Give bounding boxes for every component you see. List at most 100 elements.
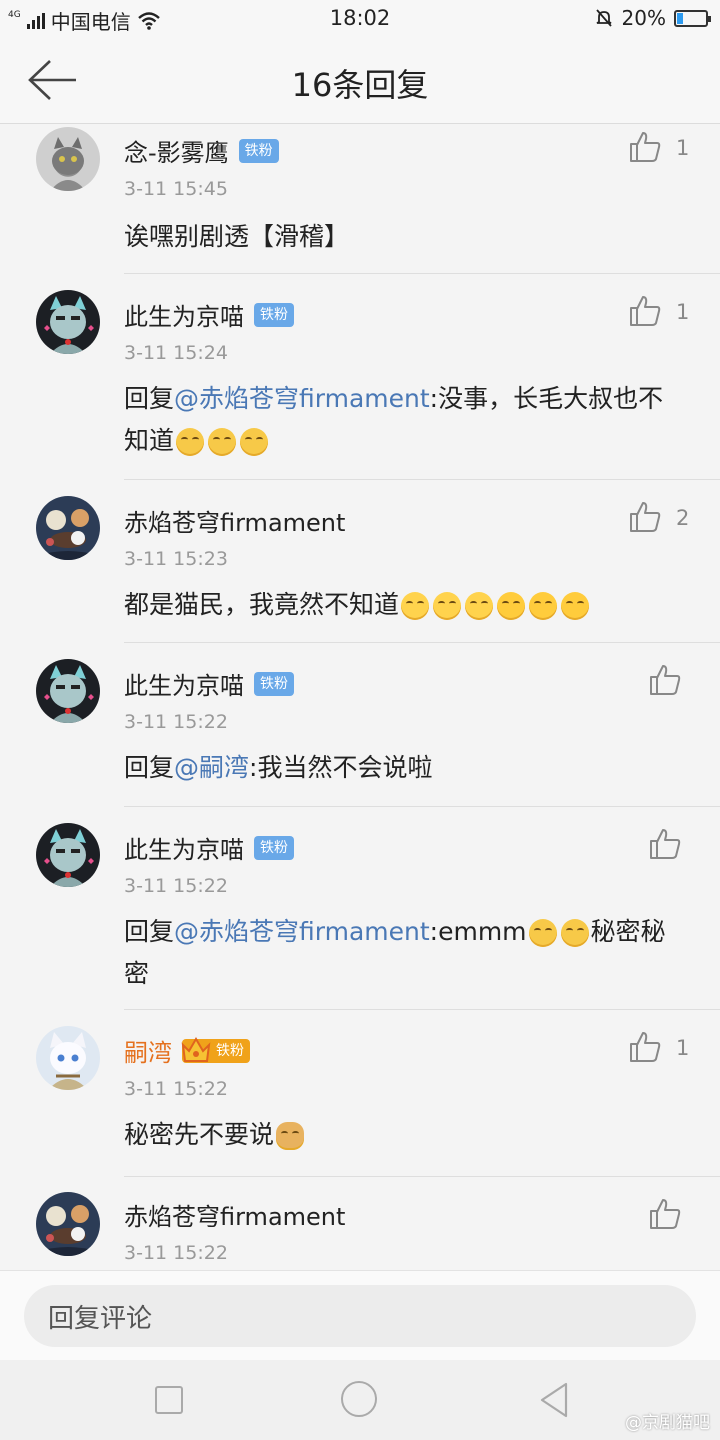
home-icon[interactable] [341, 1381, 377, 1417]
username[interactable]: 此生为京喵 铁粉 [124, 297, 294, 332]
doge-emoji [276, 1122, 305, 1150]
character-avatar-icon [44, 829, 94, 887]
thumbs-up-icon[interactable] [628, 1030, 662, 1064]
smile-emoji [528, 919, 557, 947]
username[interactable]: 赤焰苍穹firmament [124, 1197, 345, 1232]
avatar[interactable] [36, 1192, 100, 1256]
comment-time: 3-11 15:22 [124, 711, 228, 733]
username[interactable]: 赤焰苍穹firmament [124, 503, 345, 538]
fan-badge: 铁粉 [254, 303, 294, 327]
username-text: 此生为京喵 [124, 672, 244, 700]
username-text: 嗣湾 [124, 1039, 172, 1067]
crown-icon [181, 1037, 211, 1062]
comment-time: 3-11 15:22 [124, 1242, 228, 1264]
username[interactable]: 嗣湾 铁粉 [124, 1033, 250, 1068]
comment-time: 3-11 15:24 [124, 342, 228, 364]
thumbs-up-icon[interactable] [628, 294, 662, 328]
comment-body: 秘密先不要说 [124, 1120, 275, 1149]
crying-emoji [529, 592, 558, 620]
like-count: 1 [676, 300, 690, 324]
fan-badge: 铁粉 [238, 139, 279, 163]
thumbs-up-icon[interactable] [648, 663, 682, 697]
comment-time: 3-11 15:22 [124, 875, 228, 897]
divider [124, 1176, 720, 1177]
laugh-cry-emoji [433, 592, 462, 620]
comment-body: 都是猫民，我竟然不知道 [124, 590, 400, 619]
username[interactable]: 此生为京喵 铁粉 [124, 830, 294, 865]
battery-icon [674, 9, 711, 27]
reply-input[interactable]: 回复评论 [24, 1285, 696, 1347]
divider [124, 642, 720, 643]
like-count: 1 [676, 1036, 690, 1060]
comment-list[interactable]: 念-影雾鹰 铁粉 3-11 15:45 诶嘿别剧透【滑稽】 1 此生为京喵 铁粉 3… [0, 124, 720, 1270]
username-text: 念-影雾鹰 [124, 139, 229, 167]
comment-text: 都是猫民，我竟然不知道 [124, 584, 684, 626]
bell-muted-icon [595, 9, 612, 27]
comment-time: 3-11 15:22 [124, 1078, 228, 1100]
comment-text: 秘密先不要说 [124, 1114, 684, 1156]
reply-prefix: 回复 [124, 917, 175, 946]
laugh-cry-emoji [465, 592, 494, 620]
header: 16条回复 [0, 38, 720, 124]
reply-prefix: 回复 [124, 384, 175, 413]
navigation-bar: @京剧猫吧 [0, 1360, 720, 1440]
divider [124, 273, 720, 274]
white-cat-avatar-icon [48, 1032, 88, 1090]
back-icon[interactable] [538, 1382, 570, 1418]
divider [124, 479, 720, 480]
status-right: 20% [594, 6, 711, 30]
comment-time: 3-11 15:23 [124, 548, 228, 570]
avatar[interactable] [36, 1026, 100, 1090]
avatar[interactable] [36, 496, 100, 560]
reply-prefix: 回复 [124, 753, 175, 782]
fan-badge: 铁粉 [254, 672, 294, 696]
character-avatar-icon [44, 296, 94, 354]
reply-bar: 回复评论 [0, 1270, 720, 1360]
avatar[interactable] [36, 823, 100, 887]
battery-percent: 20% [621, 6, 666, 30]
avatar[interactable] [36, 127, 100, 191]
comment-body: 诶嘿别剧透【滑稽】 [124, 222, 350, 251]
status-bar: 4G 中国电信 18:02 20% [0, 0, 720, 38]
smile-emoji [208, 428, 237, 456]
comment-text: 回复@赤焰苍穹firmament:没事，长毛大叔也不知道 [124, 378, 684, 462]
thumbs-up-icon[interactable] [628, 500, 662, 534]
comment-text: 回复@嗣湾:我当然不会说啦 [124, 747, 684, 789]
cat-avatar-icon [50, 137, 86, 191]
laugh-cry-emoji [401, 592, 430, 620]
comment-text: 诶嘿别剧透【滑稽】 [124, 216, 684, 258]
comment-body: :我当然不会说啦 [249, 753, 433, 782]
like-count: 2 [676, 506, 690, 530]
username[interactable]: 此生为京喵 铁粉 [124, 666, 294, 701]
illustration-avatar-icon [36, 1205, 100, 1256]
mention-link[interactable]: @赤焰苍穹firmament [174, 917, 430, 946]
character-avatar-icon [44, 665, 94, 723]
illustration-avatar-icon [36, 509, 100, 560]
like-count: 1 [676, 136, 690, 160]
recent-apps-icon[interactable] [155, 1386, 183, 1414]
page-title: 16条回复 [291, 66, 429, 104]
thumbs-up-icon[interactable] [648, 827, 682, 861]
avatar[interactable] [36, 290, 100, 354]
mention-link[interactable]: @嗣湾 [174, 753, 249, 782]
thumbs-up-icon[interactable] [648, 1197, 682, 1231]
smile-emoji [240, 428, 269, 456]
comment-text: 回复@赤焰苍穹firmament:emmm 秘密秘密 [124, 911, 684, 995]
comment-body: :emmm [429, 917, 527, 946]
mention-link[interactable]: @赤焰苍穹firmament [174, 384, 430, 413]
fan-badge-label: 铁粉 [216, 1043, 244, 1059]
comment-time: 3-11 15:45 [124, 178, 228, 200]
username[interactable]: 念-影雾鹰 铁粉 [124, 133, 279, 168]
username-text: 此生为京喵 [124, 836, 244, 864]
crying-emoji [561, 592, 590, 620]
avatar[interactable] [36, 659, 100, 723]
username-text: 此生为京喵 [124, 303, 244, 331]
smile-emoji [560, 919, 589, 947]
divider [124, 1009, 720, 1010]
thumbs-up-icon[interactable] [628, 130, 662, 164]
watermark: @京剧猫吧 [625, 1413, 710, 1433]
fan-badge: 铁粉 [181, 1037, 250, 1063]
battery-fill [677, 12, 683, 24]
fan-badge: 铁粉 [254, 836, 294, 860]
crying-emoji [497, 592, 526, 620]
